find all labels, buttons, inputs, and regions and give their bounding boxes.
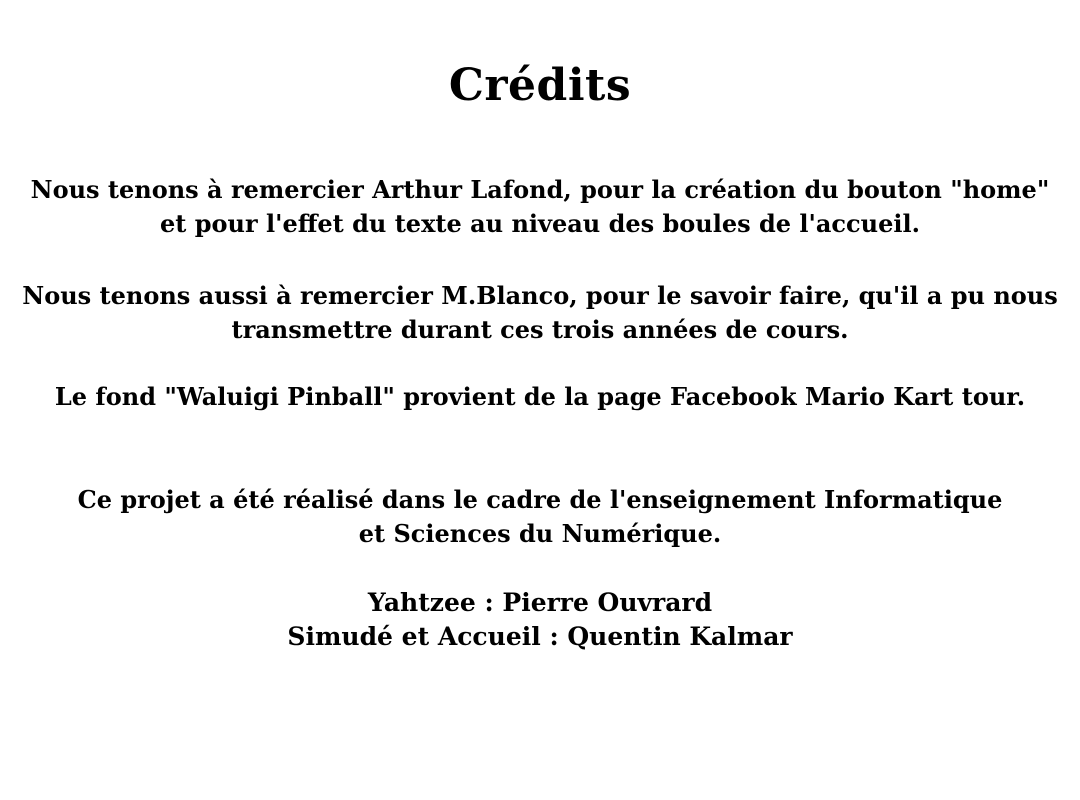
paragraph-line: et Sciences du Numérique. bbox=[358, 519, 722, 548]
paragraph-line: et pour l'effet du texte au niveau des b… bbox=[160, 209, 920, 238]
thanks-arthur-paragraph: Nous tenons à remercier Arthur Lafond, p… bbox=[0, 173, 1080, 241]
paragraph-line: transmettre durant ces trois années de c… bbox=[231, 315, 849, 344]
background-source-paragraph: Le fond "Waluigi Pinball" provient de la… bbox=[0, 380, 1080, 414]
project-context-paragraph: Ce projet a été réalisé dans le cadre de… bbox=[0, 483, 1080, 551]
paragraph-line: Nous tenons à remercier Arthur Lafond, p… bbox=[30, 175, 1050, 204]
paragraph-line: Ce projet a été réalisé dans le cadre de… bbox=[77, 485, 1003, 514]
thanks-blanco-paragraph: Nous tenons aussi à remercier M.Blanco, … bbox=[0, 279, 1080, 347]
author-line: Yahtzee : Pierre Ouvrard bbox=[367, 588, 713, 617]
paragraph-line: Nous tenons aussi à remercier M.Blanco, … bbox=[22, 281, 1058, 310]
paragraph-line: Le fond "Waluigi Pinball" provient de la… bbox=[54, 382, 1026, 411]
authors-paragraph: Yahtzee : Pierre Ouvrard Simudé et Accue… bbox=[0, 586, 1080, 654]
author-line: Simudé et Accueil : Quentin Kalmar bbox=[287, 622, 793, 651]
credits-page: Crédits Nous tenons à remercier Arthur L… bbox=[0, 0, 1080, 800]
page-title: Crédits bbox=[448, 60, 632, 111]
